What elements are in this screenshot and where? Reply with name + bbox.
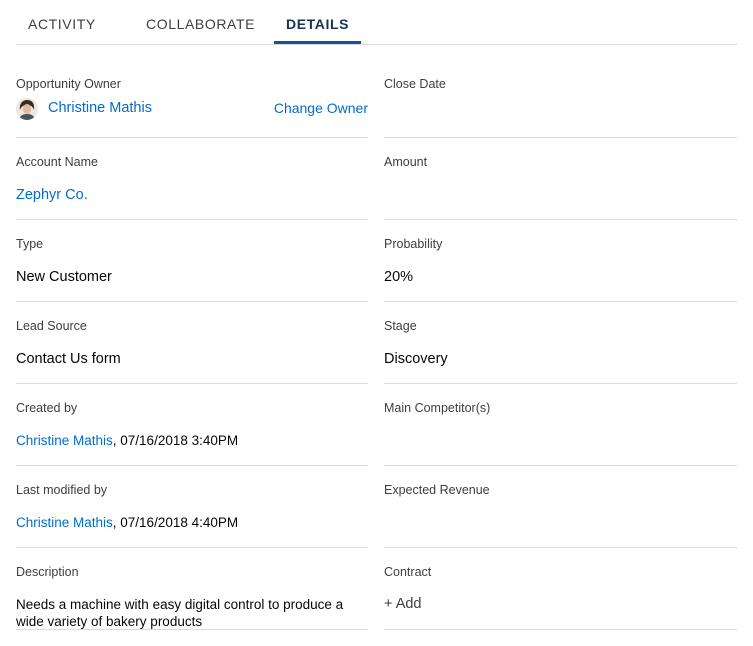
tab-details[interactable]: DETAILS xyxy=(274,0,362,44)
add-contract-link[interactable]: + Add xyxy=(384,596,422,612)
created-by-user-link[interactable]: Christine Mathis xyxy=(16,433,113,448)
field-label: Lead Source xyxy=(16,319,87,333)
field-value: Christine Mathis, 07/16/2018 3:40PM xyxy=(16,433,238,448)
field-value: Contact Us form xyxy=(16,351,121,367)
field-label: Last modified by xyxy=(16,483,108,497)
field-value: Christine Mathis, 07/16/2018 4:40PM xyxy=(16,515,238,530)
field-value: New Customer xyxy=(16,269,112,285)
account-name-link[interactable]: Zephyr Co. xyxy=(16,187,88,203)
field-stage: Stage Discovery xyxy=(384,316,737,384)
owner-row: Christine Mathis Change Owner xyxy=(16,98,368,128)
field-main-competitors: Main Competitor(s) xyxy=(384,398,737,466)
created-timestamp: , 07/16/2018 3:40PM xyxy=(112,433,239,448)
change-owner-link[interactable]: Change Owner xyxy=(274,100,368,116)
field-label: Contract xyxy=(384,565,432,579)
field-label: Main Competitor(s) xyxy=(384,401,491,415)
field-value: Discovery xyxy=(384,351,448,367)
field-lead-source: Lead Source Contact Us form xyxy=(16,316,368,384)
field-label: Probability xyxy=(384,237,443,251)
tab-collaborate[interactable]: COLLABORATE xyxy=(146,0,255,44)
field-description: Description Needs a machine with easy di… xyxy=(16,562,368,630)
owner-name-link[interactable]: Christine Mathis xyxy=(48,100,152,116)
modified-timestamp: , 07/16/2018 4:40PM xyxy=(112,515,239,530)
field-label: Description xyxy=(16,565,79,579)
avatar[interactable] xyxy=(16,98,38,120)
field-close-date: Close Date xyxy=(384,74,737,138)
field-last-modified-by: Last modified by Christine Mathis, 07/16… xyxy=(16,480,368,548)
description-text: Needs a machine with easy digital contro… xyxy=(16,597,344,629)
field-label: Opportunity Owner xyxy=(16,77,121,91)
field-value: 20% xyxy=(384,269,414,285)
tab-activity[interactable]: ACTIVITY xyxy=(28,0,96,44)
field-label: Amount xyxy=(384,155,428,169)
field-type: Type New Customer xyxy=(16,234,368,302)
field-label: Type xyxy=(16,237,44,251)
field-account-name: Account Name Zephyr Co. xyxy=(16,152,368,220)
modified-by-user-link[interactable]: Christine Mathis xyxy=(16,515,113,530)
field-opportunity-owner: Opportunity Owner Christine Mathis Chang… xyxy=(16,74,368,138)
field-label: Close Date xyxy=(384,77,446,91)
field-probability: Probability 20% xyxy=(384,234,737,302)
field-label: Created by xyxy=(16,401,78,415)
field-created-by: Created by Christine Mathis, 07/16/2018 … xyxy=(16,398,368,466)
field-contract: Contract + Add xyxy=(384,562,737,630)
field-expected-revenue: Expected Revenue xyxy=(384,480,737,548)
user-avatar-icon xyxy=(16,98,38,120)
tab-bar: ACTIVITY COLLABORATE DETAILS xyxy=(16,0,737,45)
field-label: Expected Revenue xyxy=(384,483,490,497)
field-label: Account Name xyxy=(16,155,98,169)
field-label: Stage xyxy=(384,319,417,333)
field-amount: Amount xyxy=(384,152,737,220)
